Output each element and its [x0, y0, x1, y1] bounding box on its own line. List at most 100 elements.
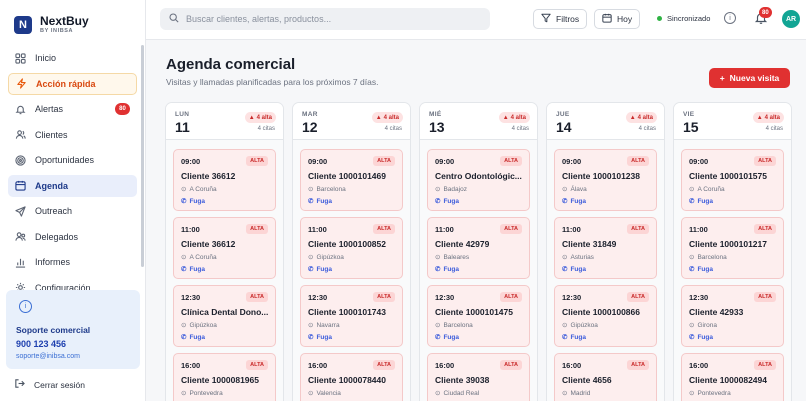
sidebar-item-accion-rapida[interactable]: Acción rápida: [8, 72, 137, 95]
pin-icon: ⊙: [689, 322, 695, 329]
location: ⊙ Asturias: [562, 253, 594, 262]
tag: ✆ Fuga: [181, 333, 205, 342]
appointment-card[interactable]: 12:30 ALTA Cliente 42933 ⊙ Girona ✆ Fuga: [681, 285, 784, 347]
location-label: Girona: [697, 321, 717, 329]
appointment-card[interactable]: 12:30 ALTA Cliente 1000101475 ⊙ Barcelona…: [427, 285, 530, 347]
appointment-card[interactable]: 16:00 ALTA Cliente 1000081965 ⊙ Pontevedr…: [173, 353, 276, 401]
phone-icon: ✆: [308, 266, 314, 273]
phone-icon: ✆: [689, 334, 695, 341]
brand[interactable]: N NextBuy BY INIBSA: [0, 0, 145, 40]
sidebar-item-inicio[interactable]: Inicio: [8, 47, 137, 69]
appointment-card[interactable]: 11:00 ALTA Cliente 31849 ⊙ Asturias ✆ Fuga: [554, 217, 657, 279]
appointment-time: 16:00: [562, 361, 582, 370]
tag-label: Fuga: [316, 333, 332, 341]
appointment-card[interactable]: 09:00 ALTA Cliente 1000101469 ⊙ Barcelona…: [300, 149, 403, 211]
location-label: Madrid: [570, 389, 591, 397]
new-visit-button[interactable]: + Nueva visita: [709, 68, 790, 88]
sidebar-item-outreach[interactable]: Outreach: [8, 200, 137, 222]
appointment-time: 11:00: [562, 225, 581, 234]
location-label: Baleares: [443, 253, 470, 261]
appointment-card[interactable]: 16:00 ALTA Cliente 4656 ⊙ Madrid: [554, 353, 657, 401]
pin-icon: ⊙: [562, 186, 568, 193]
day-priority-badge: ▲ 4 alta: [498, 112, 530, 123]
day-column: MAR 12 ▲ 4 alta 4 citas 09:00 ALTA Client…: [292, 102, 411, 401]
day-priority-count: 4 alta: [510, 114, 526, 121]
location-label: A Coruña: [189, 185, 217, 193]
day-priority-count: 4 alta: [256, 114, 272, 121]
appointment-time: 11:00: [181, 225, 200, 234]
calendar-icon: [15, 180, 26, 191]
appointment-card[interactable]: 12:30 ALTA Clínica Dental Dono... ⊙ Gipúz…: [173, 285, 276, 347]
appointment-time: 12:30: [689, 293, 709, 302]
tag-label: Fuga: [189, 333, 205, 341]
agenda-days: LUN 11 ▲ 4 alta 4 citas 09:00 ALTA Client…: [165, 102, 792, 401]
sidebar-item-clientes[interactable]: Clientes: [8, 124, 137, 146]
day-header: MAR 12 ▲ 4 alta 4 citas: [293, 103, 410, 140]
appointment-card[interactable]: 11:00 ALTA Cliente 1000100852 ⊙ Gipúzkoa …: [300, 217, 403, 279]
appointment-card[interactable]: 11:00 ALTA Cliente 42979 ⊙ Baleares ✆ Fuga: [427, 217, 530, 279]
sidebar-item-agenda[interactable]: Agenda: [8, 174, 137, 197]
pin-icon: ⊙: [689, 390, 695, 397]
pin-icon: ⊙: [562, 254, 568, 261]
today-button[interactable]: Hoy: [594, 9, 641, 29]
location-label: Gipúzkoa: [189, 321, 217, 329]
alert-triangle-icon: ▲: [756, 114, 763, 121]
alert-triangle-icon: ▲: [375, 114, 382, 121]
location-label: A Coruña: [697, 185, 725, 193]
search-input[interactable]: [186, 14, 476, 24]
priority-badge: ALTA: [627, 156, 649, 166]
alert-triangle-icon: ▲: [629, 114, 636, 121]
sidebar-item-informes[interactable]: Informes: [8, 251, 137, 273]
sidebar-item-alertas[interactable]: Alertas 80: [8, 98, 137, 120]
tag: ✆ Fuga: [562, 265, 586, 274]
appointment-card[interactable]: 11:00 ALTA Cliente 1000101217 ⊙ Barcelona…: [681, 217, 784, 279]
day-weekday: JUE: [556, 111, 570, 118]
location: ⊙ Gipúzkoa: [308, 253, 344, 262]
sync-status: Sincronizado: [657, 14, 710, 23]
appointment-card[interactable]: 09:00 ALTA Cliente 1000101238 ⊙ Álava ✆ Fu…: [554, 149, 657, 211]
phone-icon: ✆: [181, 198, 187, 205]
appointment-card[interactable]: 16:00 ALTA Cliente 39038 ⊙ Ciudad Real: [427, 353, 530, 401]
day-priority-badge: ▲ 4 alta: [244, 112, 276, 123]
info-icon[interactable]: i: [724, 12, 736, 24]
appointment-card[interactable]: 12:30 ALTA Cliente 1000100866 ⊙ Gipúzkoa …: [554, 285, 657, 347]
phone-icon: ✆: [181, 266, 187, 273]
client-name: Cliente 1000081965: [181, 375, 259, 385]
location: ⊙ Barcelona: [435, 321, 473, 330]
sidebar-scrollbar[interactable]: [141, 45, 144, 267]
day-number: 11: [175, 119, 190, 135]
client-name: Cliente 1000101475: [435, 307, 513, 317]
logout-button[interactable]: Cerrar sesión: [14, 378, 85, 391]
appointment-card[interactable]: 16:00 ALTA Cliente 1000078440 ⊙ Valencia: [300, 353, 403, 401]
appointment-card[interactable]: 11:00 ALTA Cliente 36612 ⊙ A Coruña ✆ Fuga: [173, 217, 276, 279]
location-label: Pontevedra: [697, 389, 731, 397]
target-icon: [15, 154, 26, 166]
tag: ✆ Fuga: [689, 197, 713, 206]
pin-icon: ⊙: [435, 390, 441, 397]
appointment-card[interactable]: 16:00 ALTA Cliente 1000082494 ⊙ Pontevedr…: [681, 353, 784, 401]
location: ⊙ A Coruña: [181, 253, 217, 262]
sidebar: N NextBuy BY INIBSA Inicio Acción rápida…: [0, 0, 146, 401]
brand-name: NextBuy: [40, 14, 89, 28]
avatar[interactable]: AR: [782, 10, 800, 28]
support-phone[interactable]: 900 123 456: [16, 339, 130, 349]
day-column: JUE 14 ▲ 4 alta 4 citas 09:00 ALTA Client…: [546, 102, 665, 401]
location-label: Barcelona: [697, 253, 727, 261]
sidebar-item-label: Informes: [35, 257, 71, 267]
appointment-card[interactable]: 09:00 ALTA Cliente 36612 ⊙ A Coruña ✆ Fuga: [173, 149, 276, 211]
sidebar-item-delegados[interactable]: Delegados: [8, 226, 137, 248]
support-email[interactable]: soporte@inibsa.com: [16, 353, 130, 360]
appointment-card[interactable]: 12:30 ALTA Cliente 1000101743 ⊙ Navarra ✆…: [300, 285, 403, 347]
client-name: Cliente 4656: [562, 375, 612, 385]
client-name: Cliente 1000101743: [308, 307, 386, 317]
location-label: Badajoz: [443, 185, 467, 193]
filters-button[interactable]: Filtros: [533, 9, 588, 29]
info-icon: i: [19, 300, 32, 313]
tag-label: Fuga: [443, 333, 459, 341]
appointment-card[interactable]: 09:00 ALTA Cliente 1000101575 ⊙ A Coruña …: [681, 149, 784, 211]
appointment-card[interactable]: 09:00 ALTA Centro Odontológic... ⊙ Badajo…: [427, 149, 530, 211]
sidebar-item-oportunidades[interactable]: Oportunidades: [8, 149, 137, 171]
search-box[interactable]: [160, 8, 490, 30]
priority-badge: ALTA: [246, 360, 268, 370]
priority-badge: ALTA: [373, 156, 395, 166]
